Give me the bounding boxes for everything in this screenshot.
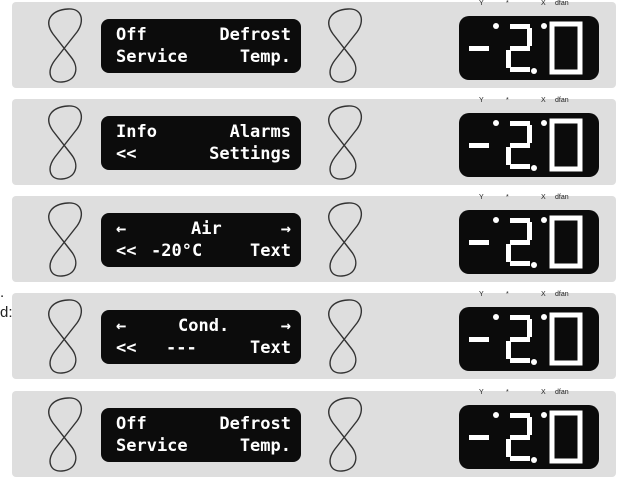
menu-option-alarms[interactable]: Alarms [230, 121, 291, 143]
compressor-icon: Y [479, 389, 484, 396]
text-button[interactable]: Text [250, 337, 291, 359]
navigation-ring-right-icon[interactable] [312, 101, 372, 183]
clipped-text-1: . [0, 284, 5, 301]
defrost-icon: X [541, 97, 546, 104]
cond-value: --- [166, 338, 197, 358]
menu-option-off[interactable]: Off [116, 413, 147, 435]
lcd-menu-screen: Info Alarms << Settings [101, 116, 301, 170]
menu-option-temp[interactable]: Temp. [240, 46, 291, 68]
lcd-menu-screen: ← Cond. → << --- Text [101, 310, 301, 364]
compressor-icon: Y [479, 97, 484, 104]
navigation-ring-left-icon[interactable] [32, 4, 92, 86]
alarm-label: dfan [555, 194, 569, 201]
seven-segment-reading [469, 215, 583, 269]
screen-title-cond: Cond. [178, 316, 230, 336]
menu-option-service[interactable]: Service [116, 46, 188, 68]
compressor-icon: Y [479, 291, 484, 298]
controller-panel-1: Off Defrost Service Temp. Y * X dfan [12, 0, 616, 88]
arrow-right-icon[interactable]: → [281, 218, 291, 240]
seven-segment-reading [469, 410, 583, 464]
controller-panel-2: Info Alarms << Settings Y * X dfan [12, 97, 616, 185]
clipped-text-2: d: [0, 304, 13, 321]
temperature-display [459, 113, 599, 177]
defrost-icon: X [541, 0, 546, 7]
arrow-left-icon[interactable]: ← [116, 315, 126, 337]
menu-option-info[interactable]: Info [116, 121, 157, 143]
navigation-ring-right-icon[interactable] [312, 393, 372, 475]
compressor-icon: Y [479, 0, 484, 7]
status-icons: Y * X dfan [479, 194, 609, 204]
defrost-icon: X [541, 389, 546, 396]
temperature-display [459, 307, 599, 371]
navigation-ring-left-icon[interactable] [32, 198, 92, 280]
compressor-icon: Y [479, 194, 484, 201]
temperature-display [459, 405, 599, 469]
lcd-menu-screen: Off Defrost Service Temp. [101, 19, 301, 73]
temperature-display [459, 16, 599, 80]
fan-icon: * [506, 291, 509, 298]
navigation-ring-left-icon[interactable] [32, 101, 92, 183]
text-button[interactable]: Text [250, 240, 291, 262]
controller-panel-4: ← Cond. → << --- Text Y * X dfan [12, 291, 616, 379]
air-temperature-value: -20°C [151, 241, 203, 261]
clipped-side-text: . d: [0, 283, 13, 323]
fan-icon: * [506, 97, 509, 104]
lcd-menu-screen: ← Air → << -20°C Text [101, 213, 301, 267]
screen-title-air: Air [191, 219, 222, 239]
seven-segment-reading [469, 118, 583, 172]
fan-icon: * [506, 194, 509, 201]
status-icons: Y * X dfan [479, 0, 609, 10]
temperature-display [459, 210, 599, 274]
navigation-ring-left-icon[interactable] [32, 295, 92, 377]
seven-segment-reading [469, 312, 583, 366]
menu-option-settings[interactable]: Settings [209, 143, 291, 165]
alarm-label: dfan [555, 291, 569, 298]
back-button[interactable]: << [116, 337, 136, 359]
navigation-ring-right-icon[interactable] [312, 198, 372, 280]
alarm-label: dfan [555, 389, 569, 396]
menu-option-defrost[interactable]: Defrost [219, 24, 291, 46]
status-icons: Y * X dfan [479, 291, 609, 301]
navigation-ring-right-icon[interactable] [312, 295, 372, 377]
navigation-ring-left-icon[interactable] [32, 393, 92, 475]
arrow-left-icon[interactable]: ← [116, 218, 126, 240]
controller-panel-5: Off Defrost Service Temp. Y * X dfan [12, 389, 616, 477]
menu-option-service[interactable]: Service [116, 435, 188, 457]
fan-icon: * [506, 389, 509, 396]
menu-option-defrost[interactable]: Defrost [219, 413, 291, 435]
back-button[interactable]: << [116, 143, 136, 165]
defrost-icon: X [541, 291, 546, 298]
navigation-ring-right-icon[interactable] [312, 4, 372, 86]
defrost-icon: X [541, 194, 546, 201]
back-button[interactable]: << [116, 240, 136, 262]
fan-icon: * [506, 0, 509, 7]
controller-panel-3: ← Air → << -20°C Text Y * X dfan [12, 194, 616, 282]
lcd-menu-screen: Off Defrost Service Temp. [101, 408, 301, 462]
status-icons: Y * X dfan [479, 389, 609, 399]
alarm-label: dfan [555, 97, 569, 104]
menu-option-off[interactable]: Off [116, 24, 147, 46]
status-icons: Y * X dfan [479, 97, 609, 107]
alarm-label: dfan [555, 0, 569, 7]
menu-option-temp[interactable]: Temp. [240, 435, 291, 457]
seven-segment-reading [469, 21, 583, 75]
arrow-right-icon[interactable]: → [281, 315, 291, 337]
